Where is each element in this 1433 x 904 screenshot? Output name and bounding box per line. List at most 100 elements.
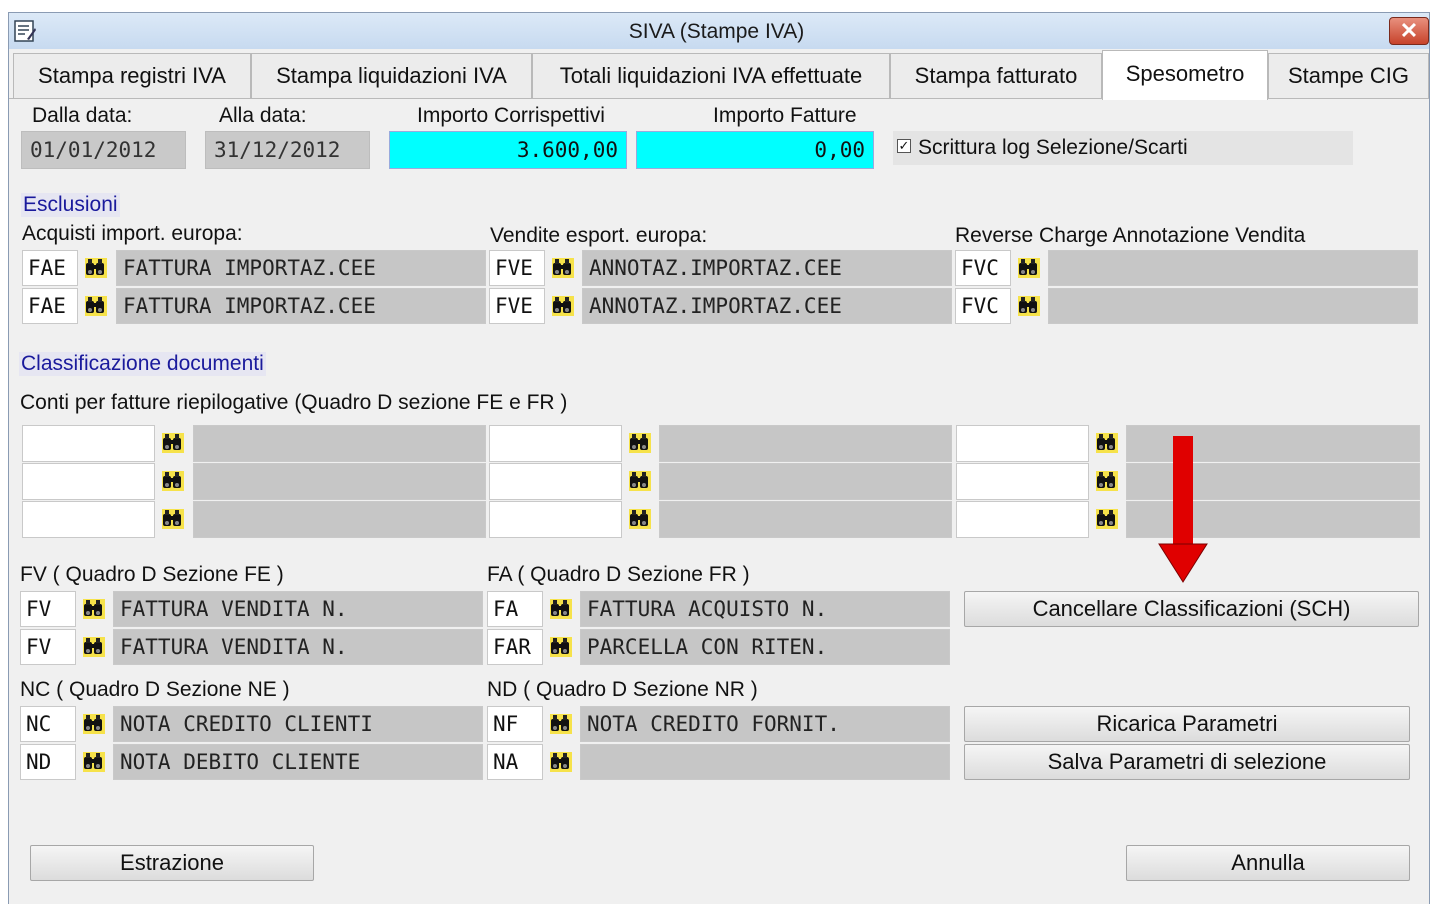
binoculars-icon[interactable] bbox=[626, 468, 654, 494]
binoculars-icon[interactable] bbox=[82, 255, 110, 281]
binoculars-icon[interactable] bbox=[80, 749, 108, 775]
binoculars-icon[interactable] bbox=[80, 596, 108, 622]
cancellare-classificazioni-button[interactable]: Cancellare Classificazioni (SCH) bbox=[964, 591, 1419, 627]
tab-spesometro[interactable]: Spesometro bbox=[1102, 50, 1268, 100]
binoculars-icon[interactable] bbox=[80, 711, 108, 737]
nd-code-1[interactable]: NF bbox=[487, 706, 543, 742]
dalla-data-field[interactable]: 01/01/2012 bbox=[21, 131, 186, 169]
nc-code-2[interactable]: ND bbox=[20, 744, 76, 780]
vendite-code-2[interactable]: FVE bbox=[489, 288, 545, 324]
conto-desc bbox=[193, 425, 486, 462]
conto-field[interactable] bbox=[489, 501, 622, 538]
vendite-desc-1: ANNOTAZ.IMPORTAZ.CEE bbox=[582, 250, 952, 286]
esclusioni-heading: Esclusioni bbox=[21, 193, 120, 217]
nd-code-2[interactable]: NA bbox=[487, 744, 543, 780]
log-checkbox-row[interactable]: ✓ Scrittura log Selezione/Scarti bbox=[893, 131, 1353, 165]
estrazione-button[interactable]: Estrazione bbox=[30, 845, 314, 881]
conto-field[interactable] bbox=[22, 463, 155, 500]
fa-code-1[interactable]: FA bbox=[487, 591, 543, 627]
binoculars-icon[interactable] bbox=[547, 749, 575, 775]
binoculars-icon[interactable] bbox=[626, 430, 654, 456]
reverse-code-1[interactable]: FVC bbox=[955, 250, 1011, 286]
window-title: SIVA (Stampe IVA) bbox=[628, 20, 805, 43]
binoculars-icon[interactable] bbox=[159, 506, 187, 532]
ricarica-parametri-button[interactable]: Ricarica Parametri bbox=[964, 706, 1410, 742]
importo-fatture-label: Importo Fatture bbox=[713, 104, 857, 127]
fa-section-label: FA ( Quadro D Sezione FR ) bbox=[487, 563, 750, 586]
importo-fatture-field[interactable]: 0,00 bbox=[636, 131, 874, 169]
conto-field[interactable] bbox=[956, 501, 1089, 538]
conto-field[interactable] bbox=[956, 463, 1089, 500]
log-checkbox-label: Scrittura log Selezione/Scarti bbox=[918, 136, 1188, 159]
binoculars-icon[interactable] bbox=[82, 293, 110, 319]
conto-desc bbox=[193, 463, 486, 500]
conto-field[interactable] bbox=[956, 425, 1089, 462]
tab-stampa-liquidazioni[interactable]: Stampa liquidazioni IVA bbox=[251, 53, 532, 98]
acquisti-code-1[interactable]: FAE bbox=[22, 250, 78, 286]
binoculars-icon[interactable] bbox=[547, 596, 575, 622]
conto-field[interactable] bbox=[22, 425, 155, 462]
tab-totali-liquidazioni[interactable]: Totali liquidazioni IVA effettuate bbox=[532, 53, 890, 98]
nd-section-label: ND ( Quadro D Sezione NR ) bbox=[487, 678, 758, 701]
binoculars-icon[interactable] bbox=[1015, 293, 1043, 319]
fv-desc-1: FATTURA VENDITA N. bbox=[113, 591, 483, 627]
fv-desc-2: FATTURA VENDITA N. bbox=[113, 629, 483, 665]
conto-desc bbox=[193, 501, 486, 538]
vendite-code-1[interactable]: FVE bbox=[489, 250, 545, 286]
vendite-label: Vendite esport. europa: bbox=[490, 224, 708, 247]
classificazione-heading: Classificazione documenti bbox=[19, 352, 266, 376]
nc-desc-2: NOTA DEBITO CLIENTE bbox=[113, 744, 483, 780]
tab-stampa-registri[interactable]: Stampa registri IVA bbox=[13, 53, 251, 98]
red-arrow-down-icon bbox=[1158, 436, 1208, 583]
fa-code-2[interactable]: FAR bbox=[487, 629, 543, 665]
acquisti-code-2[interactable]: FAE bbox=[22, 288, 78, 324]
fv-code-2[interactable]: FV bbox=[20, 629, 76, 665]
conto-field[interactable] bbox=[489, 463, 622, 500]
binoculars-icon[interactable] bbox=[159, 430, 187, 456]
nc-section-label: NC ( Quadro D Sezione NE ) bbox=[20, 678, 290, 701]
conto-desc bbox=[659, 501, 952, 538]
conto-field[interactable] bbox=[22, 501, 155, 538]
conto-desc bbox=[659, 463, 952, 500]
importo-corrispettivi-field[interactable]: 3.600,00 bbox=[389, 131, 627, 169]
log-checkbox[interactable]: ✓ bbox=[897, 139, 911, 153]
acquisti-desc-2: FATTURA IMPORTAZ.CEE bbox=[116, 288, 486, 324]
nd-desc-2 bbox=[580, 744, 950, 780]
binoculars-icon[interactable] bbox=[547, 634, 575, 660]
binoculars-icon[interactable] bbox=[547, 711, 575, 737]
conto-desc bbox=[659, 425, 952, 462]
nc-desc-1: NOTA CREDITO CLIENTI bbox=[113, 706, 483, 742]
conto-field[interactable] bbox=[489, 425, 622, 462]
binoculars-icon[interactable] bbox=[1015, 255, 1043, 281]
binoculars-icon[interactable] bbox=[549, 293, 577, 319]
acquisti-desc-1: FATTURA IMPORTAZ.CEE bbox=[116, 250, 486, 286]
reverse-charge-label: Reverse Charge Annotazione Vendita bbox=[955, 224, 1306, 247]
binoculars-icon[interactable] bbox=[159, 468, 187, 494]
binoculars-icon[interactable] bbox=[1093, 506, 1121, 532]
dalla-data-label: Dalla data: bbox=[32, 104, 133, 127]
binoculars-icon[interactable] bbox=[1093, 468, 1121, 494]
binoculars-icon[interactable] bbox=[626, 506, 654, 532]
alla-data-label: Alla data: bbox=[219, 104, 307, 127]
reverse-code-2[interactable]: FVC bbox=[955, 288, 1011, 324]
fv-section-label: FV ( Quadro D Sezione FE ) bbox=[20, 563, 284, 586]
fa-desc-1: FATTURA ACQUISTO N. bbox=[580, 591, 950, 627]
binoculars-icon[interactable] bbox=[549, 255, 577, 281]
binoculars-icon[interactable] bbox=[1093, 430, 1121, 456]
fv-code-1[interactable]: FV bbox=[20, 591, 76, 627]
close-button[interactable]: ✕ bbox=[1389, 17, 1429, 45]
fa-desc-2: PARCELLA CON RITEN. bbox=[580, 629, 950, 665]
reverse-desc-2 bbox=[1048, 288, 1418, 324]
salva-parametri-button[interactable]: Salva Parametri di selezione bbox=[964, 744, 1410, 780]
reverse-desc-1 bbox=[1048, 250, 1418, 286]
tab-stampe-cig[interactable]: Stampe CIG bbox=[1268, 53, 1429, 98]
conti-riepilogative-label: Conti per fatture riepilogative (Quadro … bbox=[20, 391, 568, 414]
nc-code-1[interactable]: NC bbox=[20, 706, 76, 742]
vendite-desc-2: ANNOTAZ.IMPORTAZ.CEE bbox=[582, 288, 952, 324]
annulla-button[interactable]: Annulla bbox=[1126, 845, 1410, 881]
alla-data-field[interactable]: 31/12/2012 bbox=[205, 131, 370, 169]
acquisti-label: Acquisti import. europa: bbox=[22, 222, 243, 245]
importo-corrispettivi-label: Importo Corrispettivi bbox=[417, 104, 605, 127]
tab-stampa-fatturato[interactable]: Stampa fatturato bbox=[890, 53, 1102, 98]
binoculars-icon[interactable] bbox=[80, 634, 108, 660]
